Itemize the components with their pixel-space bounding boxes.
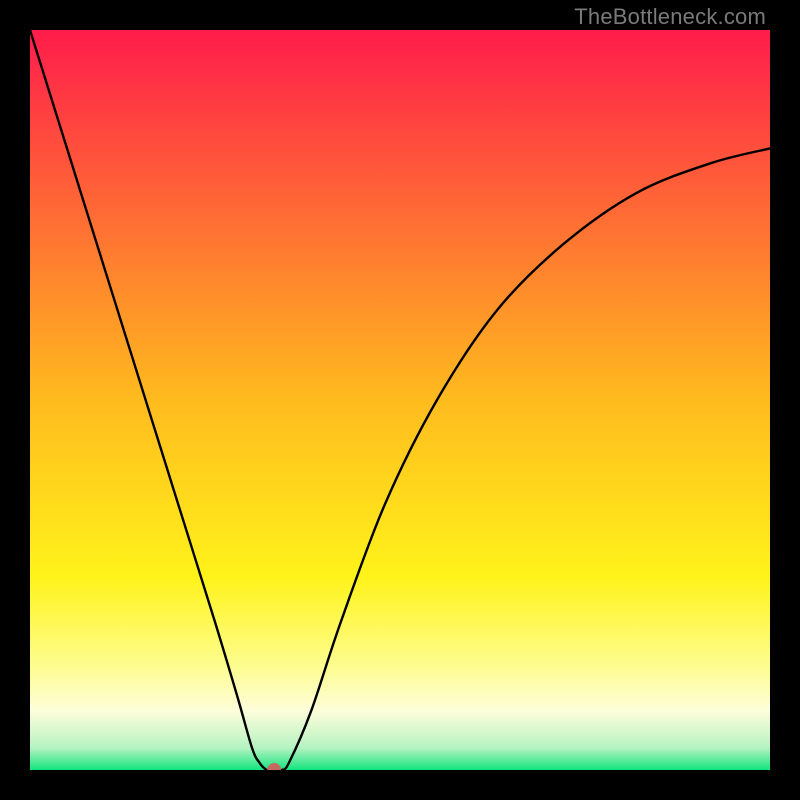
curve-layer — [30, 30, 770, 770]
optimum-marker — [267, 763, 281, 770]
chart-frame: TheBottleneck.com — [0, 0, 800, 800]
watermark-label: TheBottleneck.com — [574, 4, 766, 30]
plot-area — [30, 30, 770, 770]
bottleneck-curve — [30, 30, 770, 770]
